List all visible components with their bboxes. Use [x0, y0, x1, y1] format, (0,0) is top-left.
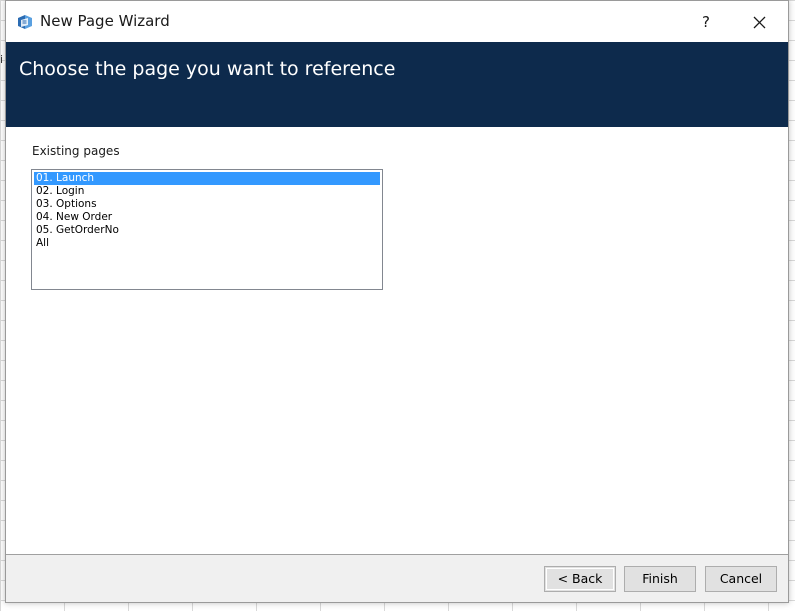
wizard-app-icon — [16, 13, 34, 31]
new-page-wizard-dialog: New Page Wizard ? Choose the page you wa… — [5, 0, 789, 603]
list-item[interactable]: 04. New Order — [34, 211, 380, 224]
page-title: Choose the page you want to reference — [19, 58, 396, 80]
back-button-label: < Back — [557, 571, 603, 586]
close-button[interactable] — [744, 9, 774, 35]
cancel-button[interactable]: Cancel — [705, 566, 777, 592]
list-item[interactable]: 05. GetOrderNo — [34, 224, 380, 237]
existing-pages-listbox[interactable]: 01. Launch 02. Login 03. Options 04. New… — [31, 169, 383, 290]
cancel-button-label: Cancel — [719, 571, 763, 586]
back-button[interactable]: < Back — [544, 566, 616, 592]
close-icon — [744, 16, 774, 39]
help-button[interactable]: ? — [694, 9, 718, 35]
wizard-footer: < Back Finish Cancel — [6, 555, 788, 602]
background-sheet-glyph: i — [0, 53, 4, 66]
list-item[interactable]: 01. Launch — [34, 172, 380, 185]
finish-button-label: Finish — [642, 571, 678, 586]
list-item[interactable]: 02. Login — [34, 185, 380, 198]
list-item[interactable]: 03. Options — [34, 198, 380, 211]
title-bar[interactable]: New Page Wizard ? — [6, 1, 788, 42]
window-title: New Page Wizard — [40, 12, 170, 30]
wizard-header: Choose the page you want to reference — [6, 42, 788, 127]
existing-pages-label: Existing pages — [32, 144, 120, 158]
finish-button[interactable]: Finish — [624, 566, 696, 592]
list-item[interactable]: All — [34, 237, 380, 250]
